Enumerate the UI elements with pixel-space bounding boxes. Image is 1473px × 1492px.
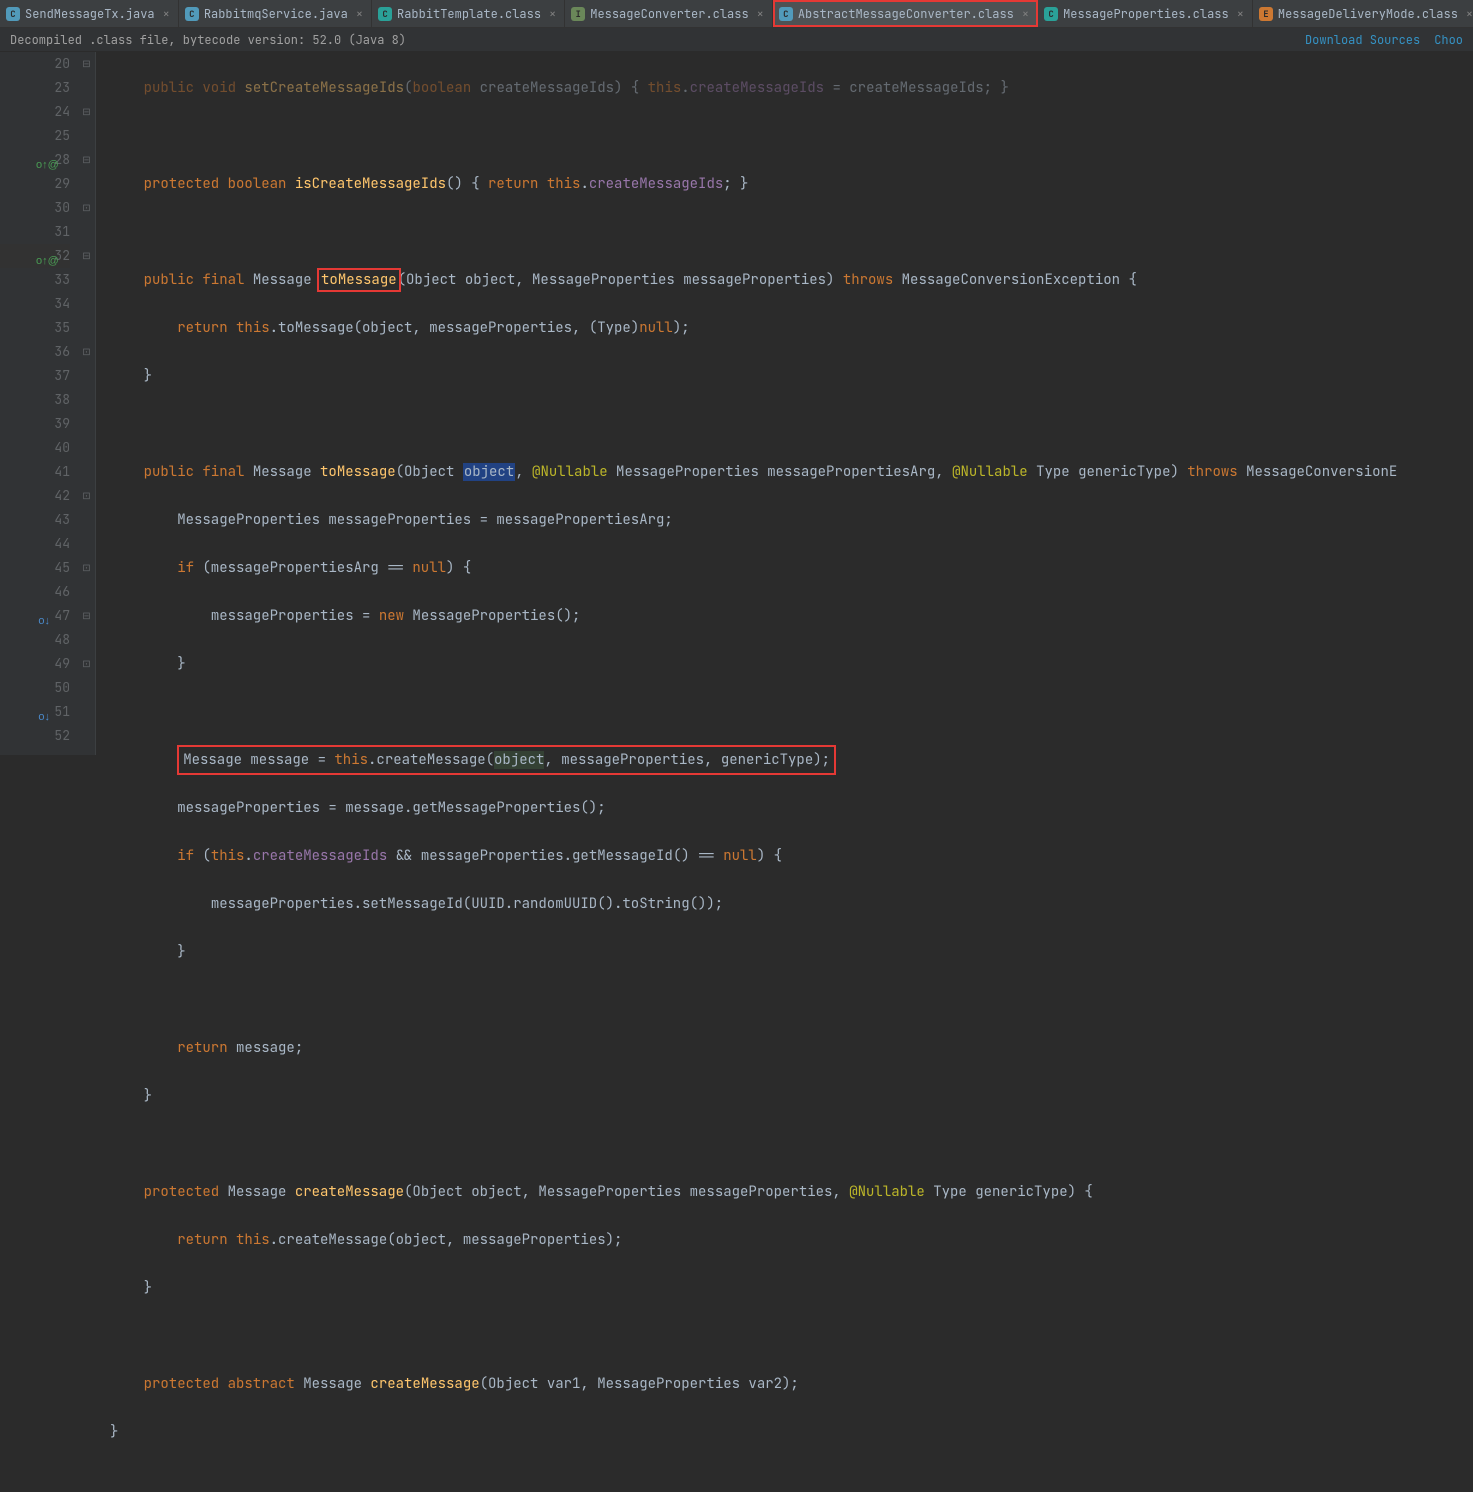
tab-abstractmessageconverter[interactable]: C AbstractMessageConverter.class × <box>773 0 1038 27</box>
close-icon[interactable]: × <box>549 6 556 22</box>
decompile-info-text: Decompiled .class file, bytecode version… <box>10 32 406 48</box>
line-number: 28o↑@ <box>0 148 70 172</box>
class-file-icon: I <box>571 7 585 21</box>
line-number: 46 <box>0 580 70 604</box>
line-number: 45 <box>0 556 70 580</box>
override-up-icon[interactable]: o↑@ <box>36 249 50 263</box>
line-number: 40 <box>0 436 70 460</box>
tab-label: AbstractMessageConverter.class <box>798 6 1014 22</box>
tomessage-highlight: toMessage <box>320 271 398 289</box>
line-number: 30 <box>0 196 70 220</box>
tab-label: MessageProperties.class <box>1063 6 1229 22</box>
close-icon[interactable]: × <box>1022 6 1029 22</box>
fold-column: ⊟⊟ ⊟⊡ ⊟ ⊡ ⊡ ⊡⊟ ⊡ <box>78 52 96 755</box>
editor-tab-bar: C SendMessageTx.java × C RabbitmqService… <box>0 0 1473 28</box>
selected-param-object: object <box>463 463 515 481</box>
line-number: 24 <box>0 100 70 124</box>
tab-sendmessagetx[interactable]: C SendMessageTx.java × <box>0 0 179 27</box>
line-number: 35 <box>0 316 70 340</box>
choose-sources-link[interactable]: Choo <box>1434 32 1463 48</box>
tab-label: RabbitmqService.java <box>204 6 348 22</box>
line-number: 32o↑@ <box>0 244 70 268</box>
line-number: 31 <box>0 220 70 244</box>
decompile-info-bar: Decompiled .class file, bytecode version… <box>0 28 1473 52</box>
line-number: 52 <box>0 724 70 748</box>
line-number: 47o↓ <box>0 604 70 628</box>
tab-messageproperties[interactable]: C MessageProperties.class × <box>1038 0 1253 27</box>
download-sources-link[interactable]: Download Sources <box>1305 32 1420 48</box>
override-up-icon[interactable]: o↑@ <box>36 153 50 167</box>
tab-label: RabbitTemplate.class <box>397 6 541 22</box>
line-number: 29 <box>0 172 70 196</box>
class-file-icon: C <box>1044 7 1058 21</box>
line-number: 50 <box>0 676 70 700</box>
code-editor[interactable]: 20 23 24 25 28o↑@ 29 30 31 32o↑@ 33 34 3… <box>0 52 1473 755</box>
line-number: 44 <box>0 532 70 556</box>
tab-rabbitmqservice[interactable]: C RabbitmqService.java × <box>179 0 372 27</box>
class-file-icon: E <box>1259 7 1273 21</box>
code-content[interactable]: public void setCreateMessageIds(boolean … <box>96 52 1397 755</box>
line-number: 41 <box>0 460 70 484</box>
line-number: 39 <box>0 412 70 436</box>
close-icon[interactable]: × <box>163 6 170 22</box>
line-number: 42 <box>0 484 70 508</box>
line-number-gutter: 20 23 24 25 28o↑@ 29 30 31 32o↑@ 33 34 3… <box>0 52 78 755</box>
override-down-icon[interactable]: o↓ <box>36 705 50 719</box>
class-file-icon: C <box>378 7 392 21</box>
line-number: 33 <box>0 268 70 292</box>
override-down-icon[interactable]: o↓ <box>36 609 50 623</box>
tab-label: MessageDeliveryMode.class <box>1278 6 1458 22</box>
createmessage-call-highlight: Message message = this.createMessage(obj… <box>177 745 836 775</box>
line-number: 36 <box>0 340 70 364</box>
tab-label: SendMessageTx.java <box>25 6 155 22</box>
line-number: 43 <box>0 508 70 532</box>
line-number: 38 <box>0 388 70 412</box>
close-icon[interactable]: × <box>1237 6 1244 22</box>
class-file-icon: C <box>779 7 793 21</box>
close-icon[interactable]: × <box>757 6 764 22</box>
java-file-icon: C <box>185 7 199 21</box>
line-number: 51o↓ <box>0 700 70 724</box>
line-number: 37 <box>0 364 70 388</box>
tab-rabbittemplate[interactable]: C RabbitTemplate.class × <box>372 0 565 27</box>
tab-label: MessageConverter.class <box>590 6 748 22</box>
line-number: 23 <box>0 76 70 100</box>
line-number: 48 <box>0 628 70 652</box>
line-number: 34 <box>0 292 70 316</box>
close-icon[interactable]: × <box>356 6 363 22</box>
tab-messagedeliverymode[interactable]: E MessageDeliveryMode.class × <box>1253 0 1473 27</box>
line-number: 20 <box>0 52 70 76</box>
line-number: 49 <box>0 652 70 676</box>
close-icon[interactable]: × <box>1466 6 1473 22</box>
java-file-icon: C <box>6 7 20 21</box>
tab-messageconverter[interactable]: I MessageConverter.class × <box>565 0 773 27</box>
line-number: 25 <box>0 124 70 148</box>
